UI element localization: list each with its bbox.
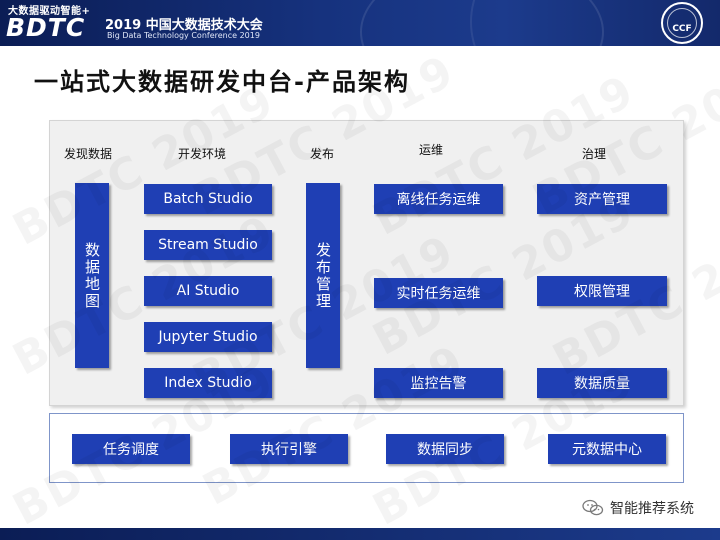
- jupyter-studio-box: Jupyter Studio: [144, 322, 272, 352]
- seal-text: CCF: [672, 24, 692, 34]
- brand-name: 智能推荐系统: [610, 501, 694, 517]
- wechat-icon: [582, 499, 604, 516]
- stream-studio-box: Stream Studio: [144, 230, 272, 260]
- ai-studio-box: AI Studio: [144, 276, 272, 306]
- ccf-seal-icon: CCF: [661, 2, 703, 44]
- column-header-discover: 发现数据: [64, 147, 113, 161]
- column-header-publish: 发布: [310, 147, 335, 161]
- column-header-govern: 治理: [582, 147, 607, 161]
- footer-brand: 智能推荐系统: [582, 498, 694, 518]
- execution-engine-box: 执行引擎: [230, 434, 348, 464]
- asset-manage-box: 资产管理: [537, 184, 667, 214]
- conference-subtitle: Big Data Technology Conference 2019: [107, 31, 260, 40]
- index-studio-box: Index Studio: [144, 368, 272, 398]
- column-header-operate: 运维: [419, 143, 444, 157]
- seal-ring: [667, 8, 697, 38]
- metadata-center-box: 元数据中心: [548, 434, 666, 464]
- data-map-box: 数据地图: [75, 183, 109, 368]
- footer-bar: [0, 528, 720, 540]
- offline-task-ops-box: 离线任务运维: [374, 184, 503, 214]
- bdtc-logo: BDTC: [6, 13, 86, 42]
- batch-studio-box: Batch Studio: [144, 184, 272, 214]
- architecture-panel: 发现数据 开发环境 发布 运维 治理 数据地图 Batch Studio Str…: [49, 120, 684, 406]
- header-banner: 大数据驱动智能+ BDTC 2019 中国大数据技术大会 Big Data Te…: [0, 0, 720, 46]
- monitor-alert-box: 监控告警: [374, 368, 503, 398]
- data-quality-box: 数据质量: [537, 368, 667, 398]
- infrastructure-panel: 任务调度 执行引擎 数据同步 元数据中心: [49, 413, 684, 483]
- task-schedule-box: 任务调度: [72, 434, 190, 464]
- column-header-develop: 开发环境: [178, 147, 227, 161]
- page-title: 一站式大数据研发中台-产品架构: [34, 68, 410, 96]
- permission-manage-box: 权限管理: [537, 276, 667, 306]
- realtime-task-ops-box: 实时任务运维: [374, 278, 503, 308]
- data-sync-box: 数据同步: [386, 434, 504, 464]
- publish-manage-box: 发布管理: [306, 183, 340, 368]
